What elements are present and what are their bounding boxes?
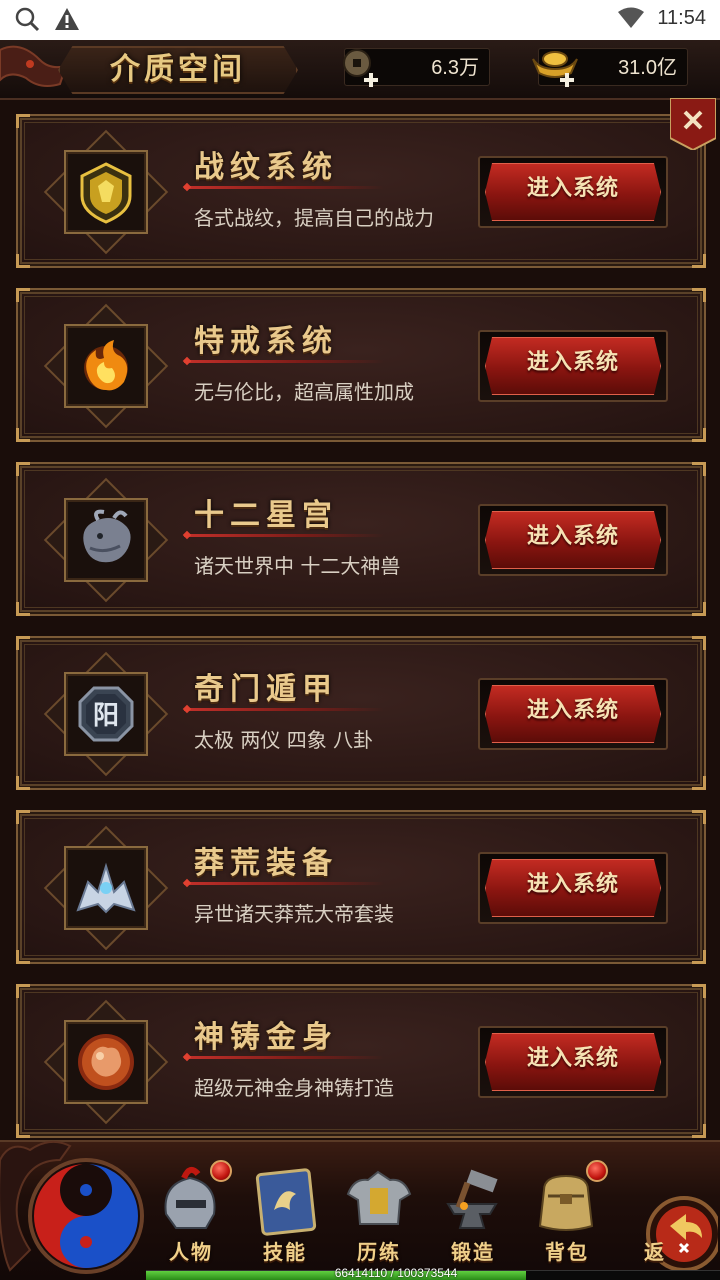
card-title: 莽荒装备	[194, 846, 338, 881]
title-underline	[184, 708, 384, 711]
card-title: 战纹系统	[194, 150, 338, 185]
title-underline	[184, 534, 384, 537]
nav-label: 历练	[357, 1240, 401, 1264]
card-title: 奇门遁甲	[194, 672, 338, 707]
card-zhanwen: 战纹系统 各式战纹，提高自己的战力 进入系统	[16, 114, 706, 268]
card-description: 诸天世界中 十二大神兽	[194, 554, 401, 578]
taiji-orb-icon[interactable]	[0, 1130, 150, 1280]
armor-icon	[346, 1170, 412, 1225]
yang-badge-icon: 阳	[78, 686, 134, 742]
enter-system-label: 进入系统	[526, 698, 619, 723]
title-underline	[184, 1056, 384, 1059]
card-manghuang: 莽荒装备 异世诸天莽荒大帝套装 进入系统	[16, 810, 706, 964]
enter-system-button[interactable]: 进入系统	[478, 1026, 668, 1098]
card-description: 太极 两仪 四象 八卦	[194, 728, 374, 752]
skill-book-icon	[255, 1168, 317, 1236]
page-title: 介质空间	[110, 52, 246, 87]
gold-ingot-add-icon[interactable]	[529, 43, 581, 89]
card-title: 十二星宫	[194, 498, 338, 533]
title-underline	[184, 882, 384, 885]
nav-label: 背包	[545, 1240, 589, 1264]
card-title: 神铸金身	[194, 1020, 338, 1055]
gold-currency[interactable]: 31.0亿	[532, 48, 688, 87]
nav-training[interactable]: 历练	[336, 1160, 422, 1270]
card-icon-frame[interactable]	[43, 825, 169, 951]
nav-label: 锻造	[451, 1240, 495, 1264]
card-icon-frame[interactable]: 阳	[43, 651, 169, 777]
card-description: 各式战纹，提高自己的战力	[194, 206, 434, 230]
golden-body-orb-icon	[78, 1034, 134, 1090]
nav-skills[interactable]: 技能	[242, 1160, 328, 1270]
warning-icon	[55, 8, 79, 30]
page-title-frame: 介质空间	[58, 46, 298, 94]
nav-label: 人物	[169, 1240, 213, 1264]
fire-ring-icon	[84, 340, 128, 391]
enter-system-button[interactable]: 进入系统	[478, 330, 668, 402]
enter-system-button[interactable]: 进入系统	[478, 852, 668, 924]
card-description: 无与伦比，超高属性加成	[194, 380, 414, 404]
silver-armor-icon	[76, 862, 136, 914]
nav-label: 技能	[263, 1240, 307, 1264]
card-description: 超级元神金身神铸打造	[194, 1076, 394, 1100]
shield-emblem-icon	[80, 162, 132, 224]
card-tejie: 特戒系统 无与伦比，超高属性加成 进入系统	[16, 288, 706, 442]
clock: 11:54	[657, 6, 706, 29]
nav-character[interactable]: 人物	[148, 1160, 234, 1270]
nav-forge[interactable]: 锻造	[430, 1160, 516, 1270]
dragon-head-icon	[83, 509, 131, 563]
card-icon-frame[interactable]	[43, 303, 169, 429]
close-icon[interactable]	[670, 98, 716, 150]
anvil-hammer-icon	[446, 1169, 498, 1229]
exp-text: 66414110 / 100373544	[334, 1266, 458, 1280]
card-title: 特戒系统	[194, 324, 338, 359]
gold-value: 31.0亿	[618, 57, 677, 79]
title-underline	[184, 186, 384, 189]
return-label[interactable]: 返	[644, 1236, 664, 1265]
enter-system-button[interactable]: 进入系统	[478, 156, 668, 228]
enter-system-label: 进入系统	[526, 872, 619, 897]
status-bar: 11:54	[0, 0, 720, 40]
yang-badge-text: 阳	[93, 701, 119, 731]
copper-currency[interactable]: 6.3万	[343, 48, 490, 87]
card-description: 异世诸天莽荒大帝套装	[194, 902, 394, 926]
card-icon-frame[interactable]	[43, 477, 169, 603]
card-shenzhu-jinshen: 神铸金身 超级元神金身神铸打造 进入系统	[16, 984, 706, 1138]
enter-system-label: 进入系统	[526, 350, 619, 375]
enter-system-label: 进入系统	[526, 1046, 619, 1071]
notification-dot	[210, 1160, 232, 1182]
card-shier-xinggong: 十二星宫 诸天世界中 十二大神兽 进入系统	[16, 462, 706, 616]
enter-system-button[interactable]: 进入系统	[478, 504, 668, 576]
notification-dot	[586, 1160, 608, 1182]
card-qimen-dunjia: 阳 奇门遁甲 太极 两仪 四象 八卦 进入系统	[16, 636, 706, 790]
search-icon	[15, 7, 40, 32]
card-icon-frame[interactable]	[43, 999, 169, 1125]
top-header: 介质空间 6.3万 31.0亿	[0, 40, 720, 100]
title-underline	[184, 360, 384, 363]
enter-system-label: 进入系统	[526, 524, 619, 549]
nav-bag[interactable]: 背包	[524, 1160, 610, 1270]
coin-add-icon[interactable]	[335, 43, 387, 89]
return-button[interactable]	[626, 1180, 718, 1276]
enter-system-label: 进入系统	[526, 176, 619, 201]
copper-value: 6.3万	[431, 57, 479, 79]
card-icon-frame[interactable]	[43, 129, 169, 255]
wifi-icon	[618, 7, 645, 28]
enter-system-button[interactable]: 进入系统	[478, 678, 668, 750]
